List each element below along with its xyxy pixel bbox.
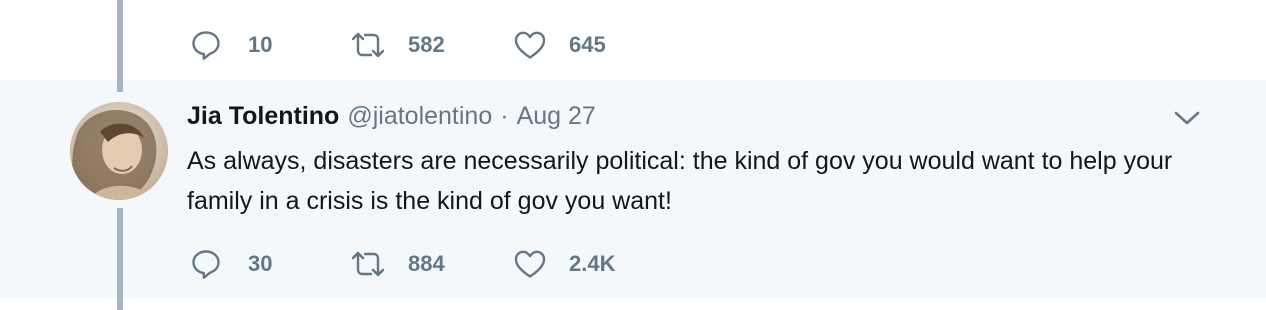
tweet-text: As always, disasters are necessarily pol…	[187, 147, 1173, 215]
like-button[interactable]: 645	[513, 28, 673, 62]
retweet-arrows-icon	[350, 247, 386, 281]
like-count: 2.4K	[569, 251, 616, 276]
retweet-count: 884	[408, 251, 445, 276]
reply-count: 10	[248, 32, 273, 57]
separator: ·	[500, 102, 509, 130]
reply-count: 30	[248, 251, 273, 276]
chevron-down-icon	[1174, 110, 1200, 131]
reply-bubble-icon	[190, 28, 226, 62]
divider	[0, 298, 1266, 310]
retweet-button[interactable]: 884	[350, 247, 513, 281]
previous-tweet-actions: 10 582 645	[190, 28, 673, 62]
retweet-arrows-icon	[350, 28, 386, 62]
more-menu-button[interactable]	[1170, 106, 1204, 134]
like-button[interactable]: 2.4K	[513, 247, 673, 281]
author-username[interactable]: @jiatolentino	[347, 102, 492, 131]
thread-connector-line	[117, 0, 123, 92]
heart-icon	[513, 28, 549, 62]
avatar-photo	[70, 102, 168, 200]
heart-icon	[513, 247, 549, 281]
reply-button[interactable]: 10	[190, 28, 350, 62]
retweet-button[interactable]: 582	[350, 28, 513, 62]
tweet-actions: 30 884 2.4K	[190, 247, 673, 281]
avatar[interactable]	[70, 102, 168, 200]
tweet-header: Jia Tolentino @jiatolentino · Aug 27	[187, 102, 596, 136]
tweet-timestamp[interactable]: Aug 27	[517, 102, 596, 131]
retweet-count: 582	[408, 32, 445, 57]
like-count: 645	[569, 32, 606, 57]
thread-connector-line	[117, 208, 123, 310]
author-fullname[interactable]: Jia Tolentino	[187, 102, 339, 131]
reply-bubble-icon	[190, 247, 226, 281]
reply-button[interactable]: 30	[190, 247, 350, 281]
